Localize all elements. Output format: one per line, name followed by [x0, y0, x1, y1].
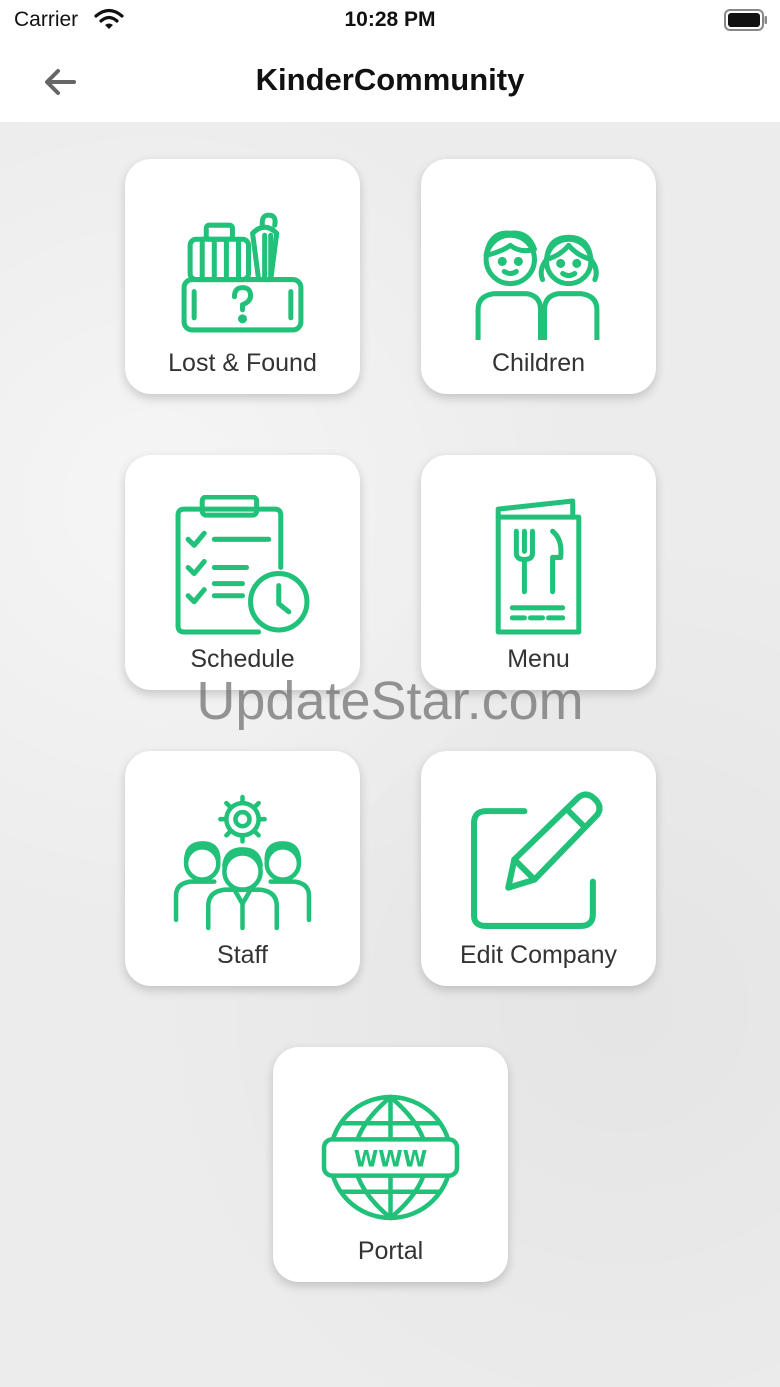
tile-label: Portal [357, 1237, 424, 1265]
tile-label: Schedule [190, 645, 295, 673]
tile-label: Staff [217, 941, 268, 969]
svg-text:WWW: WWW [354, 1147, 427, 1173]
schedule-clipboard-icon [175, 495, 310, 635]
menu-cutlery-icon [495, 498, 582, 635]
tile-staff[interactable]: Staff [125, 751, 360, 986]
staff-group-icon [173, 794, 312, 931]
globe-www-icon: WWW [321, 1094, 460, 1221]
navigation-bar: KinderCommunity [0, 42, 780, 122]
status-bar: Carrier 10:28 PM [0, 0, 780, 42]
status-time: 10:28 PM [344, 8, 436, 31]
tile-label: Children [491, 349, 586, 377]
page-title: KinderCommunity [255, 62, 525, 97]
lost-and-found-icon [181, 212, 304, 333]
edit-pencil-icon [471, 791, 603, 929]
main-grid: Lost & Found Children Schedule Menu Staf… [0, 122, 780, 1387]
tile-label: Menu [507, 645, 570, 673]
tile-children[interactable]: Children [421, 159, 656, 394]
tile-edit-company[interactable]: Edit Company [421, 751, 656, 986]
tile-portal[interactable]: WWW Portal [273, 1047, 508, 1282]
tile-label: Lost & Found [168, 349, 317, 377]
tile-menu[interactable]: Menu [421, 455, 656, 690]
battery-icon [724, 9, 767, 31]
tile-lost-and-found[interactable]: Lost & Found [125, 159, 360, 394]
tile-schedule[interactable]: Schedule [125, 455, 360, 690]
tile-label: Edit Company [459, 941, 618, 969]
children-icon [475, 230, 600, 340]
